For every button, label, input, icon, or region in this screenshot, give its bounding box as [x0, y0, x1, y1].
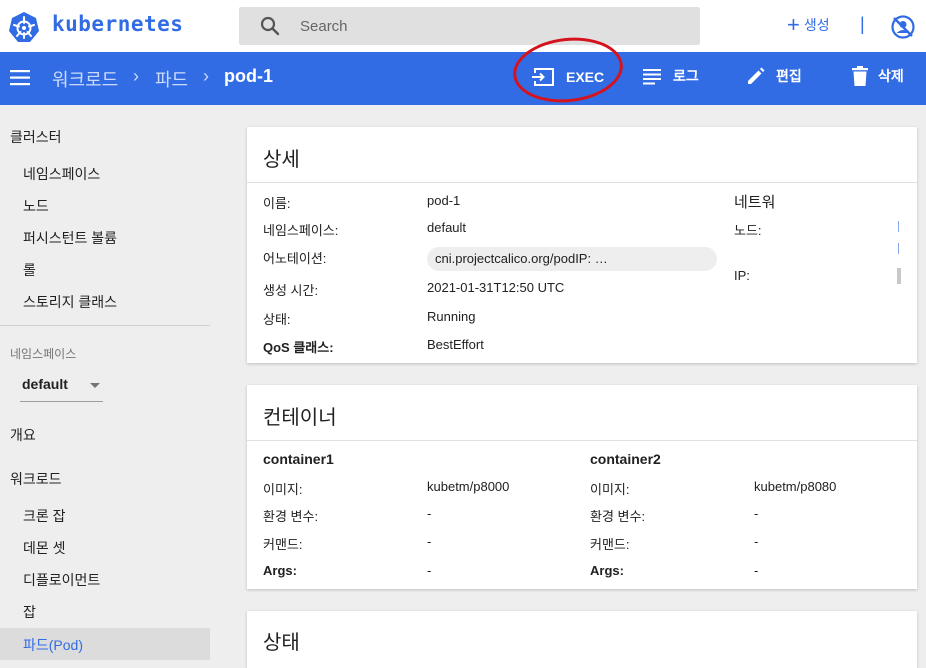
- sidebar-item-cron-jobs[interactable]: 크론 잡: [23, 506, 66, 526]
- node-label: 노드:: [734, 223, 762, 238]
- container-env-value: -: [754, 506, 759, 521]
- ip-value-truncated: [897, 268, 901, 284]
- account-off-icon[interactable]: [890, 14, 916, 40]
- details-card: 상세 이름: pod-1 네임스페이스: default 어노테이션: cni.…: [247, 127, 917, 363]
- container-env-label: 환경 변수:: [590, 509, 646, 524]
- top-bar: kubernetes + 생성 |: [0, 0, 926, 52]
- pencil-icon: [748, 67, 765, 84]
- trash-icon: [852, 66, 868, 86]
- containers-divider: [247, 440, 917, 441]
- sidebar-item-namespaces[interactable]: 네임스페이스: [23, 164, 100, 184]
- header-separator: |: [860, 14, 865, 34]
- sidebar-item-daemon-sets[interactable]: 데몬 셋: [23, 538, 66, 558]
- container-image-label: 이미지:: [263, 482, 303, 497]
- container-args-label: Args:: [590, 563, 624, 578]
- sidebar-item-nodes[interactable]: 노드: [23, 196, 49, 216]
- status-value: Running: [427, 309, 476, 324]
- logs-label: 로그: [673, 68, 699, 84]
- caret-down-icon: [90, 383, 100, 388]
- container-cmd-label: 커맨드:: [590, 537, 630, 552]
- delete-button[interactable]: 삭제: [852, 66, 904, 86]
- container-env-value: -: [427, 506, 432, 521]
- container-image-value: kubetm/p8080: [754, 479, 837, 494]
- logs-icon: [643, 69, 661, 85]
- brand-name[interactable]: kubernetes: [52, 12, 183, 36]
- container-cmd-value: -: [427, 534, 432, 549]
- status-card-title: 상태: [263, 632, 300, 654]
- sidebar: 클러스터 네임스페이스 노드 퍼시스턴트 볼륨 롤 스토리지 클래스 네임스페이…: [0, 105, 220, 668]
- namespace-section-label: 네임스페이스: [10, 347, 77, 361]
- edit-label: 편집: [776, 68, 802, 84]
- logs-button[interactable]: 로그: [643, 66, 699, 86]
- edit-button[interactable]: 편집: [746, 66, 802, 86]
- ip-label: IP:: [734, 268, 750, 283]
- kubernetes-logo-icon[interactable]: [8, 11, 40, 43]
- container-cmd-label: 커맨드:: [263, 537, 303, 552]
- name-value: pod-1: [427, 193, 461, 208]
- create-button[interactable]: + 생성: [787, 12, 830, 38]
- status-card: 상태: [247, 611, 917, 668]
- container-args-value: -: [427, 563, 432, 578]
- qos-class-label: QoS 클래스:: [263, 340, 334, 355]
- container-cmd-value: -: [754, 534, 759, 549]
- sidebar-workloads-header[interactable]: 워크로드: [10, 469, 62, 489]
- container-args-value: -: [754, 563, 759, 578]
- create-label: 생성: [803, 17, 830, 33]
- sidebar-item-overview[interactable]: 개요: [10, 425, 36, 445]
- breadcrumb-separator: ›: [133, 66, 139, 86]
- container-name: container1: [263, 451, 334, 467]
- breadcrumb-workloads[interactable]: 워크로드: [52, 66, 118, 92]
- creation-time-value: 2021-01-31T12:50 UTC: [427, 280, 565, 295]
- container-image-value: kubetm/p8000: [427, 479, 510, 494]
- breadcrumb-pods[interactable]: 파드: [155, 66, 188, 92]
- breadcrumb-separator: ›: [203, 66, 209, 86]
- containers-title: 컨테이너: [263, 407, 337, 429]
- annotations-label: 어노테이션:: [263, 251, 327, 266]
- sidebar-item-roles[interactable]: 롤: [23, 260, 36, 280]
- breadcrumb-current: pod-1: [224, 66, 273, 86]
- node-value-truncated[interactable]: [897, 243, 901, 255]
- container-name: container2: [590, 451, 661, 467]
- namespace-value: default: [427, 220, 467, 235]
- status-label: 상태:: [263, 312, 291, 327]
- plus-icon: +: [787, 12, 800, 37]
- container-env-label: 환경 변수:: [263, 509, 319, 524]
- sidebar-item-storage-classes[interactable]: 스토리지 클래스: [23, 292, 117, 312]
- action-bar: 워크로드 › 파드 › pod-1 EXEC 로그 편집 삭제: [0, 52, 926, 105]
- sidebar-item-deployments[interactable]: 디플로이먼트: [23, 570, 100, 590]
- delete-label: 삭제: [878, 68, 904, 84]
- qos-class-value: BestEffort: [427, 337, 484, 352]
- sidebar-divider: [0, 325, 210, 326]
- details-title: 상세: [263, 149, 300, 171]
- namespace-select[interactable]: default: [20, 370, 103, 402]
- namespace-select-value: default: [22, 376, 68, 392]
- container-image-label: 이미지:: [590, 482, 630, 497]
- menu-icon[interactable]: [10, 69, 32, 87]
- sidebar-cluster-header[interactable]: 클러스터: [10, 127, 62, 147]
- sidebar-item-jobs[interactable]: 잡: [23, 602, 36, 622]
- annotation-chip[interactable]: cni.projectcalico.org/podIP: …: [427, 247, 717, 271]
- container-args-label: Args:: [263, 563, 297, 578]
- name-label: 이름:: [263, 196, 291, 211]
- search-input[interactable]: [300, 16, 680, 36]
- creation-time-label: 생성 시간:: [263, 283, 319, 298]
- network-title: 네트워: [734, 194, 776, 211]
- node-value-truncated[interactable]: [897, 221, 901, 233]
- sidebar-item-persistent-volumes[interactable]: 퍼시스턴트 볼륨: [23, 228, 117, 248]
- sidebar-item-pods[interactable]: 파드(Pod): [23, 635, 83, 655]
- search-icon: [260, 16, 280, 36]
- containers-card: 컨테이너 container1 이미지: kubetm/p8000 환경 변수:…: [247, 385, 917, 589]
- details-divider: [247, 182, 917, 183]
- namespace-label: 네임스페이스:: [263, 223, 339, 238]
